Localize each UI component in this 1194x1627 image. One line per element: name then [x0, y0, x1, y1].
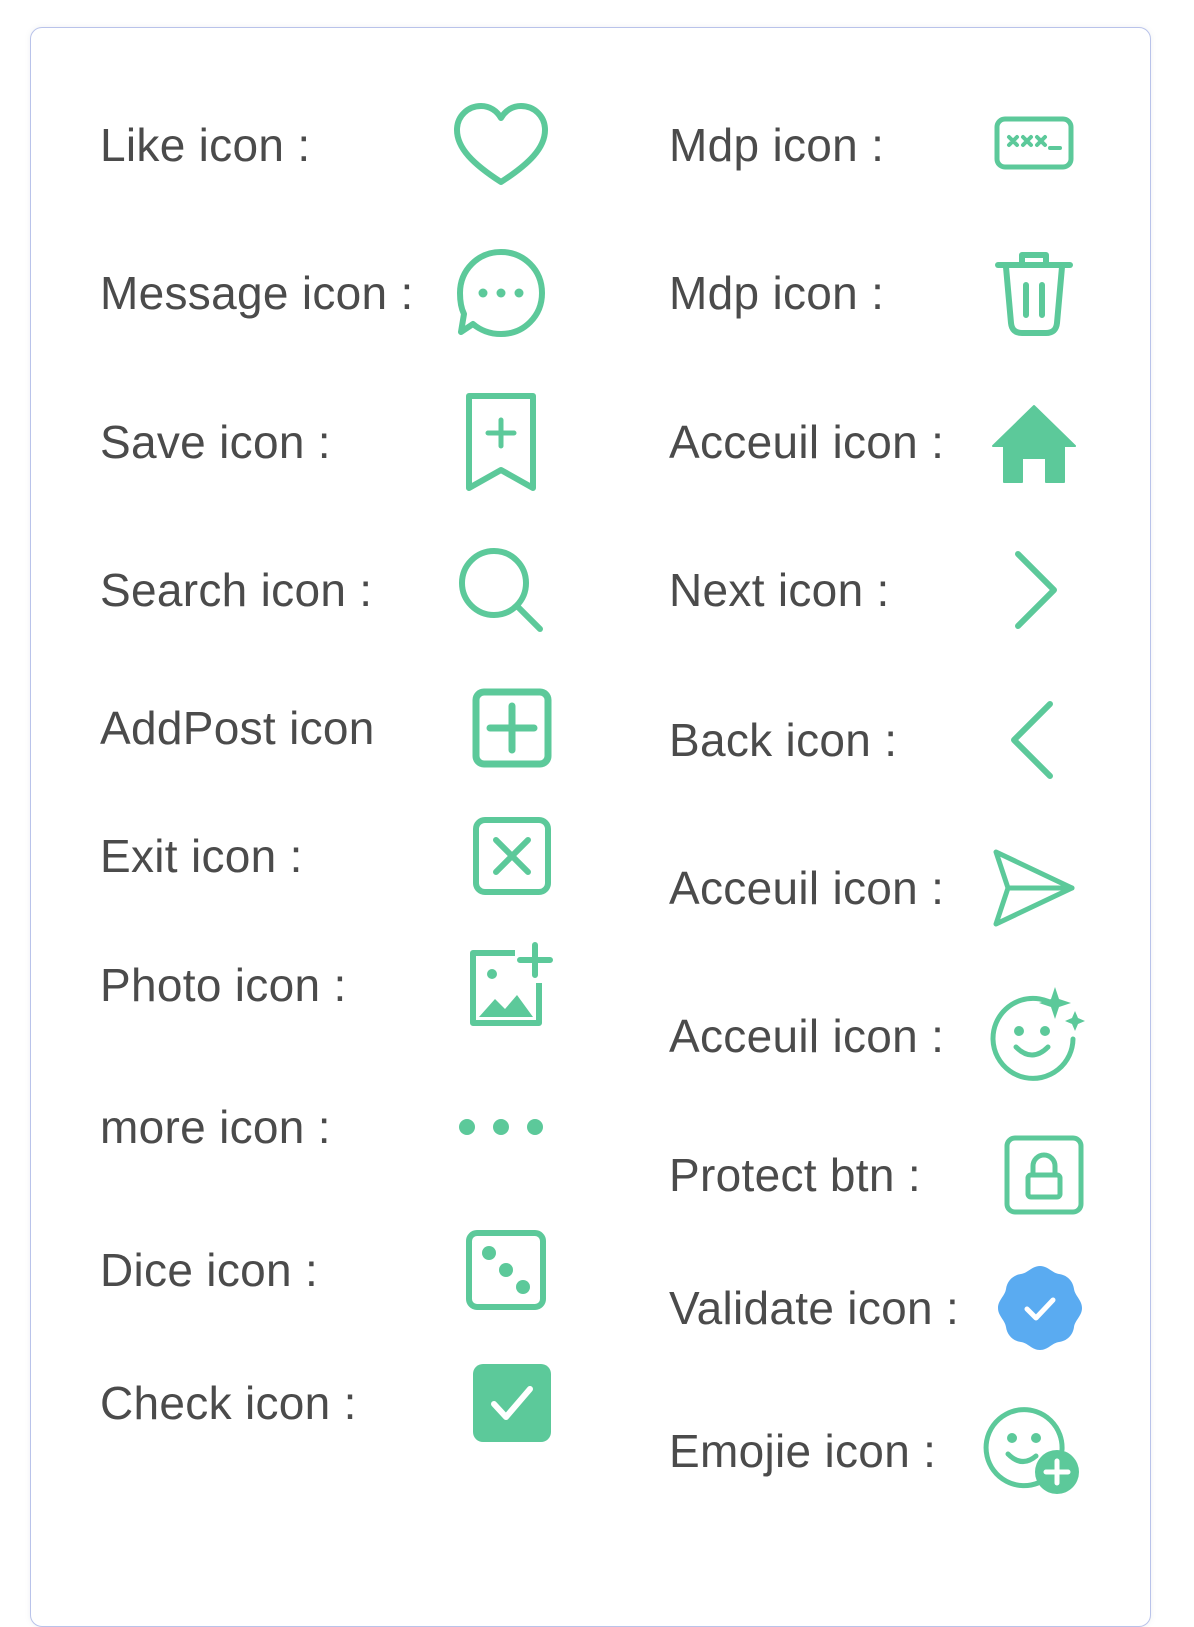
label-acceuil-3: Acceuil icon :: [669, 1010, 945, 1062]
label-save: Save icon :: [100, 416, 331, 468]
bookmark-add-icon[interactable]: [463, 392, 539, 492]
label-protect: Protect btn :: [669, 1149, 921, 1201]
label-acceuil-2: Acceuil icon :: [669, 862, 945, 914]
label-mdp-2: Mdp icon :: [669, 267, 885, 319]
label-photo: Photo icon :: [100, 959, 347, 1011]
chevron-right-icon[interactable]: [1012, 550, 1060, 630]
label-back: Back icon :: [669, 714, 898, 766]
label-acceuil-1: Acceuil icon :: [669, 416, 945, 468]
label-exit: Exit icon :: [100, 830, 303, 882]
label-more: more icon :: [100, 1101, 331, 1153]
label-next: Next icon :: [669, 564, 890, 616]
message-icon[interactable]: [456, 248, 546, 338]
more-icon[interactable]: [458, 1117, 544, 1137]
label-mdp-1: Mdp icon :: [669, 119, 885, 171]
smiley-sparkle-icon[interactable]: [989, 987, 1085, 1081]
heart-icon[interactable]: [453, 102, 549, 188]
dice-icon[interactable]: [465, 1229, 547, 1311]
label-like: Like icon :: [100, 119, 311, 171]
add-post-icon[interactable]: [472, 688, 552, 768]
chevron-left-icon[interactable]: [1008, 700, 1056, 780]
exit-icon[interactable]: [472, 816, 552, 896]
search-icon[interactable]: [458, 547, 544, 633]
label-dice: Dice icon :: [100, 1244, 319, 1296]
send-icon[interactable]: [992, 848, 1076, 928]
checkbox-icon[interactable]: [473, 1364, 551, 1442]
home-icon[interactable]: [992, 404, 1076, 484]
label-message: Message icon :: [100, 267, 414, 319]
label-check: Check icon :: [100, 1377, 357, 1429]
photo-add-icon[interactable]: [467, 942, 553, 1027]
label-addpost: AddPost icon: [100, 702, 375, 754]
lock-icon[interactable]: [1004, 1135, 1084, 1215]
label-search: Search icon :: [100, 564, 373, 616]
password-icon[interactable]: [994, 116, 1074, 170]
trash-icon[interactable]: [994, 249, 1074, 337]
label-validate: Validate icon :: [669, 1282, 960, 1334]
emoji-add-icon[interactable]: [983, 1402, 1080, 1496]
verified-badge-icon[interactable]: [995, 1263, 1085, 1353]
label-emojie: Emojie icon :: [669, 1425, 937, 1477]
